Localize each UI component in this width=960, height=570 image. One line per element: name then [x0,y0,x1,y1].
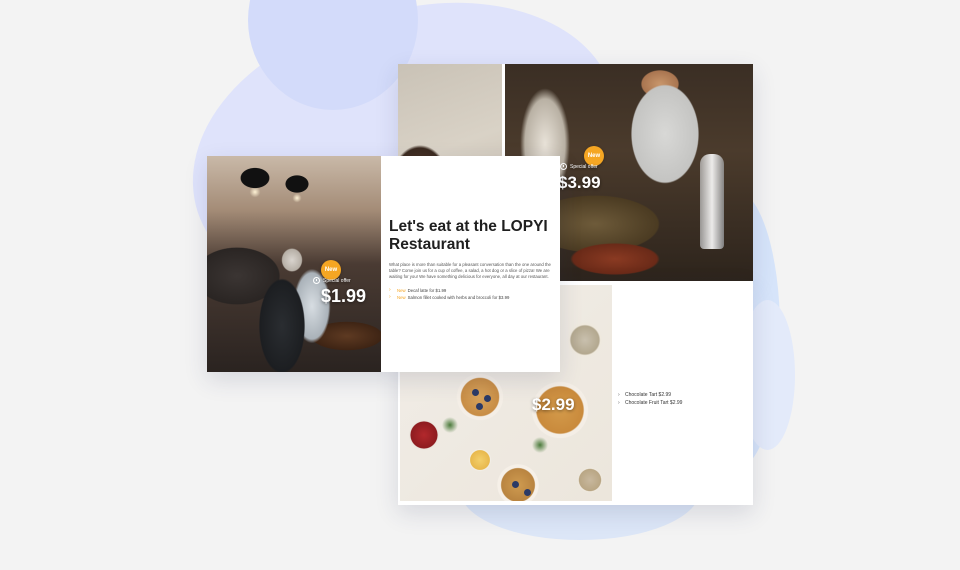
page-title: Let's eat at the LOPYI Restaurant [389,218,548,253]
dessert-list: › Chocolate Tart $2.99 › Chocolate Fruit… [618,391,682,407]
berry-decoration [472,389,479,396]
offer-label: Decaf latte for $1.99 [407,287,447,293]
special-offer-label: Special offer [570,163,598,170]
list-item[interactable]: › New Salmon fillet cooked with herbs an… [389,294,554,301]
list-item-label: Chocolate Tart $2.99 [625,392,672,398]
promo-text-block: Let's eat at the LOPYI Restaurant What p… [389,156,560,372]
clock-icon [313,277,320,284]
cafe-photo [207,156,381,372]
berry-decoration [524,489,531,496]
berry-decoration [512,481,519,488]
arrow-right-icon: › [389,293,391,300]
arrow-right-icon: › [389,286,391,293]
list-item[interactable]: › Chocolate Tart $2.99 [618,391,682,399]
description-text: What place is more than suitable for a p… [389,262,551,280]
berry-decoration [484,395,491,402]
clock-icon [560,163,567,170]
arrow-right-icon: › [618,392,620,398]
special-offer-tag: Special offer [313,277,351,284]
arrow-right-icon: › [618,400,620,406]
bottle-decoration [700,154,724,249]
offer-label: Salmon fillet cooked with herbs and broc… [407,294,510,300]
front-promo-card: New Special offer $1.99 Let's eat at the… [207,156,560,372]
special-offer-label: Special offer [323,277,351,284]
price-label: $1.99 [321,286,367,306]
berry-decoration [476,403,483,410]
offer-list: › New Decaf latte for $1.99 › New Salmon… [389,287,554,301]
list-item[interactable]: › Chocolate Fruit Tart $2.99 [618,399,682,407]
special-offer-tag: Special offer [560,163,598,170]
price-label: $3.99 [558,173,601,192]
price-label: $2.99 [532,395,575,414]
new-tag: New [397,294,406,300]
list-item-label: Chocolate Fruit Tart $2.99 [625,400,683,406]
list-item[interactable]: › New Decaf latte for $1.99 [389,287,554,294]
new-tag: New [397,287,406,293]
